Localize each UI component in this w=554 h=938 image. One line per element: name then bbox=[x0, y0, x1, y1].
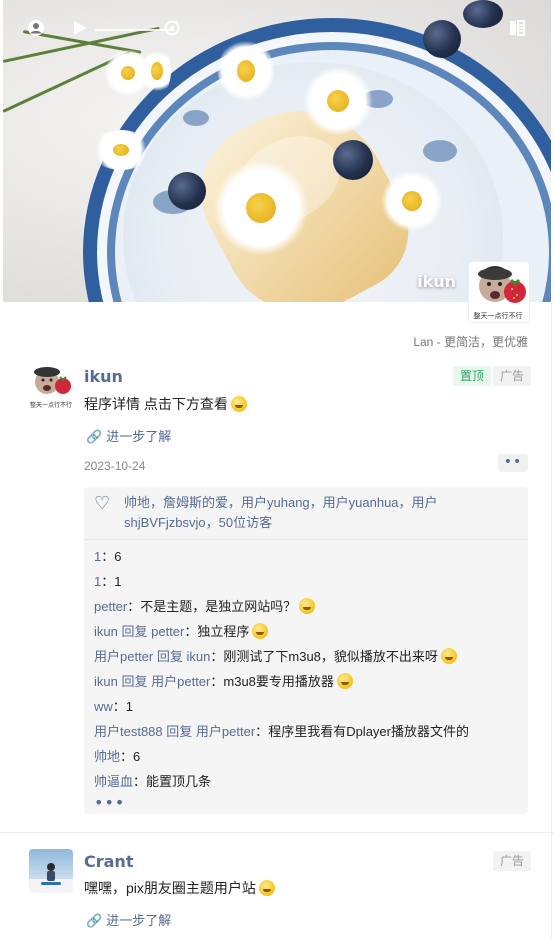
refresh-icon[interactable] bbox=[163, 18, 181, 42]
cover-avatar-caption: 整天一点行不行 bbox=[473, 313, 523, 320]
comment-colon: ： bbox=[101, 549, 115, 564]
comment-text: 6 bbox=[114, 549, 122, 564]
post-date: 2023-10-24 bbox=[84, 459, 146, 473]
post-author[interactable]: ikun bbox=[84, 367, 123, 386]
reply-label: 回复 bbox=[166, 724, 193, 739]
comment-author[interactable]: 帅地 bbox=[94, 749, 120, 764]
grin-emoji-icon bbox=[440, 648, 457, 664]
likes-text[interactable]: 帅地，詹姆斯的爱，用户yuhang，用户yuanhua，用户shjBVFjzbs… bbox=[124, 495, 438, 530]
daisy-flower bbox=[143, 46, 171, 96]
grin-emoji-icon bbox=[252, 623, 269, 639]
avatar[interactable] bbox=[29, 849, 73, 893]
comment-box: ♡ 帅地，詹姆斯的爱，用户yuhang，用户yuanhua，用户shjBVFjz… bbox=[84, 487, 528, 814]
plate-pattern bbox=[183, 110, 209, 126]
page-edge bbox=[551, 302, 552, 938]
comment-text: 程序里我看有Dplayer播放器文件的 bbox=[268, 724, 469, 739]
user-circle-icon[interactable] bbox=[27, 18, 45, 42]
cover-username: ikun bbox=[417, 272, 456, 291]
comment-colon: ： bbox=[120, 749, 134, 764]
comment-row[interactable]: ikun 回复 用户petter：m3u8要专用播放器 bbox=[94, 669, 518, 694]
comment-colon: ： bbox=[210, 649, 224, 664]
reply-label: 回复 bbox=[121, 674, 148, 689]
comment-row[interactable]: 用户petter 回复 ikun：刚测试了下m3u8，貌似播放不出来呀 bbox=[94, 644, 518, 669]
comment-author[interactable]: ikun bbox=[94, 674, 118, 689]
comment-row[interactable]: 1：6 bbox=[94, 544, 518, 569]
comment-row[interactable]: 帅地：6 bbox=[94, 744, 518, 769]
reply-target[interactable]: ikun bbox=[187, 649, 211, 664]
comment-row[interactable]: 1：1 bbox=[94, 569, 518, 594]
comment-text: 能置顶几条 bbox=[146, 774, 212, 789]
post-text-content: 程序详情 点击下方查看 bbox=[84, 396, 228, 412]
ad-badge: 广告 bbox=[493, 366, 532, 386]
comment-colon: ： bbox=[184, 624, 198, 639]
comment-colon: ： bbox=[127, 599, 141, 614]
comment-author[interactable]: petter bbox=[94, 599, 127, 614]
comment-colon: ： bbox=[112, 699, 126, 714]
comment-text: 独立程序 bbox=[197, 624, 250, 639]
more-comments-button[interactable]: ••• bbox=[84, 794, 528, 814]
ad-badge: 广告 bbox=[493, 851, 532, 871]
learn-more-link[interactable]: 🔗 进一步了解 bbox=[86, 426, 171, 445]
comment-row[interactable]: ikun 回复 petter：独立程序 bbox=[94, 619, 518, 644]
pinned-badge: 置顶 bbox=[453, 366, 492, 386]
comment-text: m3u8要专用播放器 bbox=[223, 674, 334, 689]
reply-label: 回复 bbox=[156, 649, 183, 664]
reply-target[interactable]: 用户petter bbox=[151, 674, 210, 689]
comment-author[interactable]: 用户petter bbox=[94, 649, 153, 664]
grin-emoji-icon bbox=[258, 880, 275, 896]
post-text: 嘿嘿，pix朋友圈主题用户站 bbox=[84, 878, 275, 898]
reply-label: 回复 bbox=[121, 624, 148, 639]
link-icon: 🔗 bbox=[86, 429, 103, 444]
blueberry bbox=[168, 172, 206, 210]
link-icon: 🔗 bbox=[86, 913, 103, 928]
post-divider bbox=[0, 832, 554, 833]
daisy-flower bbox=[91, 130, 151, 170]
comment-row[interactable]: ww：1 bbox=[94, 694, 518, 719]
comment-colon: ： bbox=[101, 574, 115, 589]
learn-more-label: 进一步了解 bbox=[106, 913, 172, 928]
learn-more-label: 进一步了解 bbox=[106, 429, 172, 444]
grin-emoji-icon bbox=[299, 598, 316, 614]
site-slogan: Lan - 更简洁，更优雅 bbox=[413, 335, 528, 349]
heart-icon: ♡ bbox=[94, 493, 111, 513]
comment-author[interactable]: 帅逼血 bbox=[94, 774, 133, 789]
comment-colon: ： bbox=[133, 774, 147, 789]
play-icon[interactable] bbox=[71, 18, 89, 42]
plate-pattern bbox=[423, 140, 457, 162]
comments-list: 1：6 1：1 petter：不是主题，是独立网站吗？ ikun 回复 petter：… bbox=[84, 540, 528, 794]
daisy-flower bbox=[303, 66, 373, 136]
reply-target[interactable]: petter bbox=[151, 624, 184, 639]
grin-emoji-icon bbox=[336, 673, 353, 689]
comment-text: 刚测试了下m3u8，貌似播放不出来呀 bbox=[223, 649, 438, 664]
comment-text: 不是主题，是独立网站吗？ bbox=[140, 599, 297, 614]
cover-image bbox=[3, 0, 551, 302]
learn-more-link[interactable]: 🔗 进一步了解 bbox=[86, 910, 171, 929]
daisy-flower bbox=[218, 38, 274, 104]
comment-row[interactable]: 用户test888 回复 用户petter：程序里我看有Dplayer播放器文件… bbox=[94, 719, 518, 744]
comment-text: 1 bbox=[125, 699, 134, 714]
avatar[interactable]: 整天一点行不行 bbox=[29, 364, 73, 408]
comment-row[interactable]: petter：不是主题，是独立网站吗？ bbox=[94, 594, 518, 619]
avatar-caption: 整天一点行不行 bbox=[29, 403, 72, 408]
post-text: 程序详情 点击下方查看 bbox=[84, 394, 247, 414]
comment-colon: ： bbox=[210, 674, 224, 689]
grin-emoji-icon bbox=[230, 396, 247, 412]
cover-toolbar bbox=[27, 18, 527, 42]
comment-colon: ： bbox=[255, 724, 269, 739]
comment-text: 1 bbox=[114, 574, 122, 589]
reply-target[interactable]: 用户petter bbox=[196, 724, 255, 739]
more-actions-button[interactable]: •• bbox=[498, 454, 528, 472]
comment-author[interactable]: ikun bbox=[94, 624, 118, 639]
share-icon[interactable] bbox=[509, 18, 527, 42]
comment-row[interactable]: 帅逼血：能置顶几条 bbox=[94, 769, 518, 794]
blueberry bbox=[333, 140, 373, 180]
post-author[interactable]: Crant bbox=[84, 852, 133, 871]
comment-text: 6 bbox=[133, 749, 141, 764]
comment-author[interactable]: 用户test888 bbox=[94, 724, 163, 739]
likes-list: ♡ 帅地，詹姆斯的爱，用户yuhang，用户yuanhua，用户shjBVFjz… bbox=[84, 487, 528, 540]
daisy-flower bbox=[381, 170, 443, 232]
post-text-content: 嘿嘿，pix朋友圈主题用户站 bbox=[84, 880, 256, 896]
comment-author[interactable]: ww bbox=[94, 699, 113, 714]
daisy-flower bbox=[213, 160, 309, 256]
